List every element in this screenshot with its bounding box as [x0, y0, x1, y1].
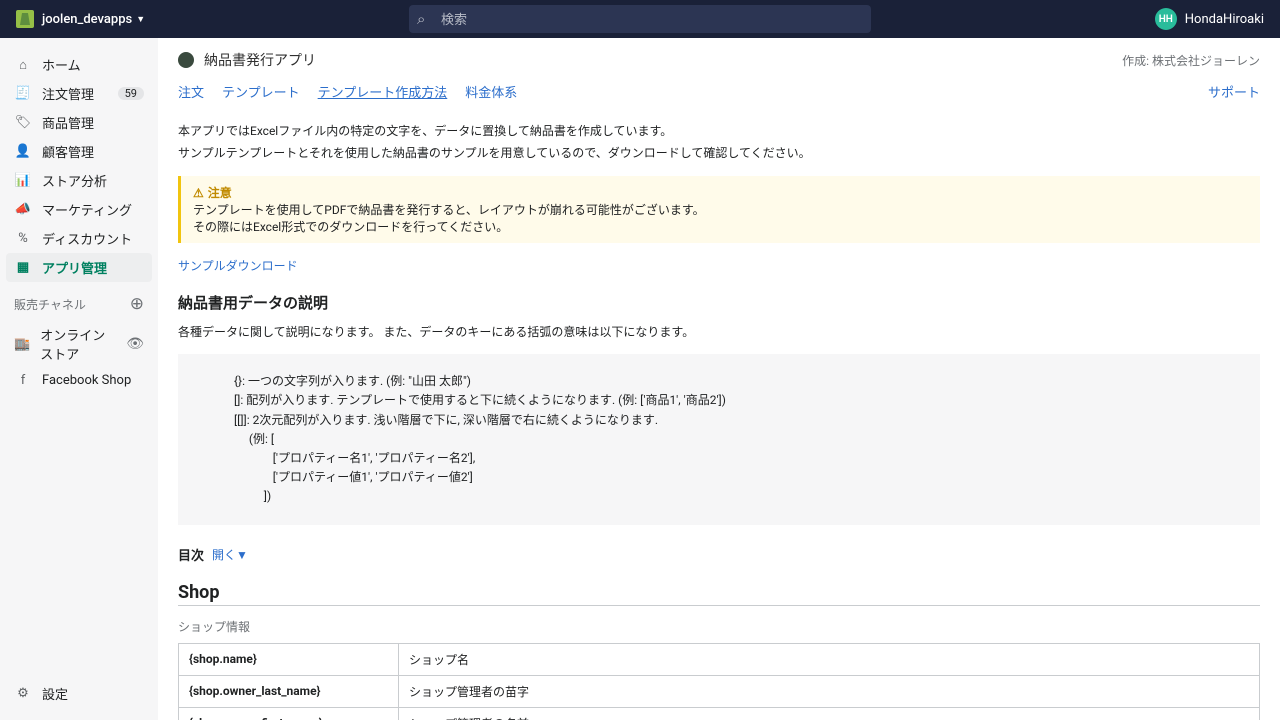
intro-text: 本アプリではExcelファイル内の特定の文字を、データに置換して納品書を作成して… [178, 121, 1260, 164]
username-label: HondaHiroaki [1185, 12, 1264, 27]
warning-line2: その際にはExcel形式でのダウンロードを行ってください。 [193, 218, 1248, 235]
channel-item-0[interactable]: 🏬 オンラインストア 👁 [0, 320, 158, 368]
table-key: {shop.name} [179, 643, 399, 675]
tab-orders[interactable]: 注文 [178, 82, 204, 101]
toc-label: 目次 [178, 545, 204, 564]
main-content: 納品書発行アプリ 作成: 株式会社ジョーレン 注文 テンプレート テンプレート作… [158, 38, 1280, 720]
shopify-logo-icon [16, 10, 34, 28]
table-row: {shop.name}ショップ名 [179, 643, 1260, 675]
sidebar-item-label: 顧客管理 [42, 142, 94, 161]
app-title: 納品書発行アプリ [204, 50, 316, 70]
sidebar-item-label: ホーム [42, 55, 81, 74]
chevron-down-icon: ▼ [136, 14, 145, 25]
shop-table: {shop.name}ショップ名{shop.owner_last_name}ショ… [178, 643, 1260, 720]
nav-icon: 📊 [14, 173, 32, 188]
nav-icon: ⌂ [14, 57, 32, 73]
table-row: {shop.owner_last_name}ショップ管理者の苗字 [179, 675, 1260, 707]
tab-template[interactable]: テンプレート [222, 82, 300, 101]
channel-item-1[interactable]: f Facebook Shop [0, 368, 158, 393]
sidebar-item-5[interactable]: 📣 マーケティング [0, 195, 158, 224]
app-header: 納品書発行アプリ 作成: 株式会社ジョーレン [158, 38, 1280, 82]
sidebar-item-label: マーケティング [42, 200, 132, 219]
tab-pricing[interactable]: 料金体系 [465, 82, 517, 101]
sidebar-item-4[interactable]: 📊 ストア分析 [0, 166, 158, 195]
store-switcher[interactable]: joolen_devapps ▼ [42, 12, 145, 27]
sidebar-item-label: 設定 [42, 684, 68, 703]
store-name-label: joolen_devapps [42, 12, 132, 27]
sidebar-item-settings[interactable]: ⚙ 設定 [0, 679, 158, 708]
nav-icon: 📣 [14, 202, 32, 217]
sidebar-item-label: 注文管理 [42, 84, 94, 103]
sidebar-item-0[interactable]: ⌂ ホーム [0, 50, 158, 79]
shop-subheading: ショップ情報 [178, 618, 1260, 635]
intro-line1: 本アプリではExcelファイル内の特定の文字を、データに置換して納品書を作成して… [178, 121, 1260, 143]
section-shop-heading: Shop [178, 582, 1260, 606]
tab-template-howto[interactable]: テンプレート作成方法 [318, 82, 448, 101]
table-key: {shop.owner_last_name} [179, 675, 399, 707]
toc-row: 目次 開く▼ [178, 545, 1260, 564]
search-input[interactable] [409, 5, 871, 33]
tabs: 注文 テンプレート テンプレート作成方法 料金体系 サポート [158, 82, 1280, 109]
section-title-data: 納品書用データの説明 [178, 292, 1260, 313]
toc-open-link[interactable]: 開く▼ [212, 546, 248, 563]
sidebar-item-7[interactable]: ▦ アプリ管理 [6, 253, 152, 282]
channel-icon: 🏬 [14, 337, 30, 352]
nav-icon: % [14, 231, 32, 246]
sidebar-item-label: アプリ管理 [42, 258, 107, 277]
sidebar: ⌂ ホーム 🧾 注文管理 59 🏷 商品管理 👤 顧客管理 📊 ストア分析 📣 マーケティング% ディスカ… [0, 38, 158, 720]
eye-icon[interactable]: 👁 [126, 336, 144, 352]
sidebar-item-label: ディスカウント [42, 229, 132, 248]
gear-icon: ⚙ [14, 686, 32, 701]
sidebar-item-3[interactable]: 👤 顧客管理 [0, 137, 158, 166]
badge: 59 [118, 87, 144, 100]
app-author: 作成: 株式会社ジョーレン [1122, 52, 1260, 69]
intro-line2: サンプルテンプレートとそれを使用した納品書のサンプルを用意しているので、ダウンロ… [178, 143, 1260, 165]
channel-label: オンラインストア [40, 325, 116, 363]
table-value: ショップ名 [399, 643, 1260, 675]
section-desc: 各種データに関して説明になります。 また、データのキーにある括弧の意味は以下にな… [178, 323, 1260, 340]
warning-line1: テンプレートを使用してPDFで納品書を発行すると、レイアウトが崩れる可能性がござ… [193, 201, 1248, 218]
app-icon [178, 52, 194, 68]
search-wrap: ⌕ [409, 5, 871, 33]
code-block: {}: 一つの文字列が入ります. (例: "山田 太郎") []: 配列が入りま… [178, 354, 1260, 524]
search-icon: ⌕ [417, 10, 425, 28]
nav-icon: 🧾 [14, 86, 32, 101]
warning-icon: ⚠ [193, 186, 204, 200]
sales-channels-header: 販売チャネル ⊕ [0, 282, 158, 320]
sidebar-item-1[interactable]: 🧾 注文管理 59 [0, 79, 158, 108]
table-key: {shop.owner_first_name} [179, 707, 399, 720]
sales-channels-label: 販売チャネル [14, 296, 86, 313]
warning-title: 注意 [208, 184, 232, 201]
channel-icon: f [14, 373, 32, 388]
avatar[interactable]: HH [1155, 8, 1177, 30]
nav-icon: ▦ [14, 260, 32, 275]
topbar: joolen_devapps ▼ ⌕ HH HondaHiroaki [0, 0, 1280, 38]
add-channel-button[interactable]: ⊕ [130, 294, 144, 314]
sample-download-link[interactable]: サンプルダウンロード [178, 259, 298, 273]
table-value: ショップ管理者の苗字 [399, 675, 1260, 707]
table-row: {shop.owner_first_name}ショップ管理者の名前 [179, 707, 1260, 720]
support-link[interactable]: サポート [1208, 82, 1260, 101]
sidebar-item-label: 商品管理 [42, 113, 94, 132]
sidebar-item-label: ストア分析 [42, 171, 107, 190]
warning-banner: ⚠ 注意 テンプレートを使用してPDFで納品書を発行すると、レイアウトが崩れる可能… [178, 176, 1260, 243]
channel-label: Facebook Shop [42, 373, 131, 388]
nav-icon: 👤 [14, 144, 32, 159]
table-value: ショップ管理者の名前 [399, 707, 1260, 720]
sidebar-item-2[interactable]: 🏷 商品管理 [0, 108, 158, 137]
sidebar-item-6[interactable]: % ディスカウント [0, 224, 158, 253]
nav-icon: 🏷 [14, 115, 32, 130]
